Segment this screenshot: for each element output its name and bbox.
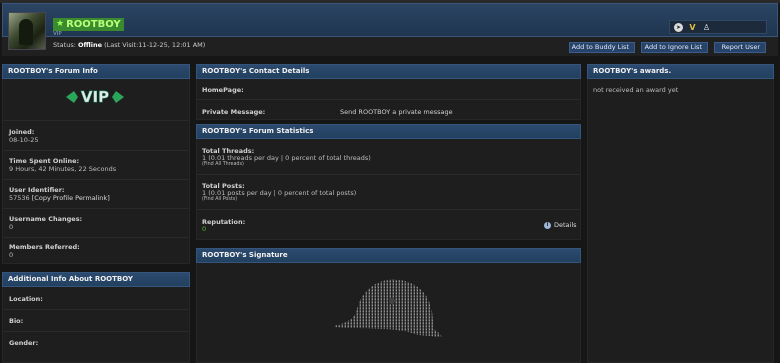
status-value: Offline <box>77 41 103 49</box>
vip-v-icon[interactable]: V <box>688 23 697 32</box>
divider <box>197 209 580 210</box>
report-user-label: Report User <box>721 43 760 51</box>
reputation-details-link[interactable]: i Details <box>544 221 577 229</box>
additional-info-header: Additional Info About ROOTBOY <box>2 272 190 287</box>
find-all-posts-link[interactable]: (Find All Posts) <box>202 197 237 202</box>
time-online-label: Time Spent Online: <box>9 157 80 165</box>
location-label: Location: <box>9 295 43 303</box>
telegram-icon[interactable]: ➤ <box>674 22 683 32</box>
user-identifier-line: 57536 [Copy Profile Permalink] <box>9 194 110 202</box>
user-identifier-value: 57536 <box>9 194 30 202</box>
add-to-buddy-list-button[interactable]: Add to Buddy List <box>569 42 635 53</box>
forum-statistics-header: ROOTBOY's Forum Statistics <box>196 124 581 139</box>
copy-permalink-link[interactable]: [Copy Profile Permalink] <box>32 194 110 202</box>
report-user-button[interactable]: Report User <box>714 42 766 53</box>
avatar[interactable] <box>8 12 46 50</box>
reputation-label: Reputation: <box>202 218 246 226</box>
forum-info-header: ROOTBOY's Forum Info <box>2 64 190 79</box>
username-badge: ★ ROOTBOY <box>53 18 124 31</box>
status-line: Status: Offline (Last Visit:11-12-25, 12… <box>53 41 205 49</box>
total-threads-value: 1 (0.01 threads per day | 0 percent of t… <box>202 154 371 162</box>
contact-details-header: ROOTBOY's Contact Details <box>196 64 581 79</box>
divider <box>3 208 189 209</box>
user-rank: VIP <box>53 31 62 37</box>
signature-helmet-art <box>334 279 442 337</box>
private-message-label: Private Message: <box>202 108 266 116</box>
divider <box>3 150 189 151</box>
username: ROOTBOY <box>66 19 121 30</box>
signature-header: ROOTBOY's Signature <box>196 248 581 263</box>
reputation-value: 0 <box>202 225 207 233</box>
vip-logo-text: VIP <box>81 88 109 106</box>
forum-statistics-panel <box>196 124 581 240</box>
divider <box>3 237 189 238</box>
username-changes-label: Username Changes: <box>9 215 83 223</box>
social-icons: ➤ V ♙ <box>669 20 767 34</box>
last-visit: (Last Visit:11-12-25, 12:01 AM) <box>104 41 206 49</box>
add-to-buddy-list-label: Add to Buddy List <box>571 43 629 51</box>
members-referred-label: Members Referred: <box>9 243 80 251</box>
user-identifier-label: User Identifier: <box>9 186 65 194</box>
divider <box>3 179 189 180</box>
divider <box>3 309 189 310</box>
find-all-threads-link[interactable]: (Find All Threads) <box>202 162 244 167</box>
divider <box>3 120 189 121</box>
divider <box>3 331 189 332</box>
status-label: Status: <box>53 41 76 49</box>
time-online-value: 9 Hours, 42 Minutes, 22 Seconds <box>9 165 117 173</box>
total-posts-value: 1 (0.01 posts per day | 0 percent of tot… <box>202 189 357 197</box>
homepage-label: HomePage: <box>202 86 244 94</box>
linux-tux-icon[interactable]: ♙ <box>702 23 711 32</box>
gender-label: Gender: <box>9 339 39 347</box>
awards-empty-text: not received an award yet <box>593 86 679 94</box>
divider <box>197 99 580 100</box>
joined-value: 08-10-25 <box>9 136 39 144</box>
members-referred-value: 0 <box>9 251 14 259</box>
add-to-ignore-list-button[interactable]: Add to Ignore List <box>641 42 708 53</box>
joined-label: Joined: <box>9 128 35 136</box>
bio-label: Bio: <box>9 317 24 325</box>
awards-header: ROOTBOY's awards. <box>587 64 774 79</box>
vip-logo: VIP <box>66 88 124 106</box>
info-icon: i <box>544 221 551 229</box>
add-to-ignore-list-label: Add to Ignore List <box>644 43 702 51</box>
awards-panel <box>587 64 774 363</box>
details-label: Details <box>554 221 577 229</box>
star-icon: ★ <box>56 19 65 29</box>
divider <box>197 174 580 175</box>
send-private-message-link[interactable]: Send ROOTBOY a private message <box>340 108 453 116</box>
username-changes-value: 0 <box>9 223 14 231</box>
